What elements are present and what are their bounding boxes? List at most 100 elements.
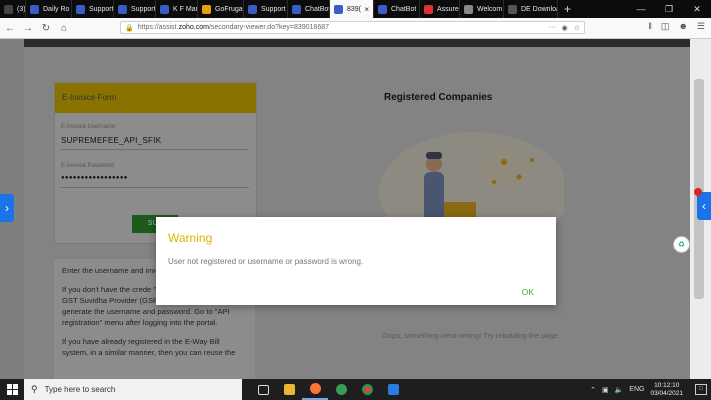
file-explorer-icon[interactable] [276,379,302,400]
tab-label: 839( [347,5,362,13]
password-field[interactable]: ●●●●●●●●●●●●●●●●● [61,175,128,181]
browser-tab[interactable]: K F Mar [156,0,198,18]
tab-label: GoFrugal [215,5,244,13]
bookmark-star-icon[interactable]: ☆ [574,24,580,32]
browser-tab[interactable]: Assure [420,0,460,18]
url-prefix: https://assist. [137,24,179,31]
tab-label: Welcom [477,5,503,13]
firefox-icon[interactable] [302,379,328,400]
tab-label: Support [131,5,156,13]
volume-icon[interactable]: 🔈 [615,386,624,394]
home-icon[interactable]: ⌂ [56,23,72,34]
tab-favicon-icon [202,4,211,14]
browser-tab[interactable]: Support [114,0,156,18]
shield-lock-icon: 🔒 [125,24,134,32]
address-bar[interactable]: 🔒 https://assist. zoho.com/secondary-view… [120,21,585,34]
url-domain: zoho.com [178,24,209,31]
taskbar-apps [250,379,406,400]
tab-favicon-icon [118,4,127,14]
browser-tab[interactable]: ChatBot [374,0,420,18]
page-content: E-Invoice Form E-Invoice Username SUPREM… [24,47,690,379]
tab-label: Daily Ro [43,5,70,13]
reload-icon[interactable]: ↻ [38,23,54,34]
tab-favicon-icon [424,4,433,14]
browser-tab[interactable]: DE Download [504,0,558,18]
pocket-icon[interactable]: ◉ [562,24,568,32]
floating-tool-icon[interactable]: ♻ [673,236,690,253]
tab-label: (3) - [17,5,26,13]
tab-favicon-icon [160,4,169,14]
warning-dialog: Warning User not registered or username … [156,217,556,305]
close-window-icon[interactable]: ✕ [683,4,711,15]
right-panel-toggle-icon[interactable]: ‹ [697,192,711,220]
left-panel-toggle-icon[interactable]: › [0,194,14,222]
network-icon[interactable]: ▣ [602,386,609,394]
new-tab-icon[interactable]: + [558,2,577,16]
browser-tab[interactable]: Daily Ro [26,0,72,18]
browser-tab[interactable]: ChatBot [288,0,330,18]
tab-favicon-icon [378,4,387,14]
tab-favicon-icon [30,4,39,14]
chevron-up-icon[interactable]: ⌃ [590,386,596,394]
page-actions-icon[interactable]: ··· [549,24,556,32]
tab-label: ChatBot [305,5,330,13]
username-underline [61,149,249,150]
tab-label: Assure [437,5,459,13]
username-field[interactable]: SUPREMEFEE_API_SFIK [61,136,161,145]
clock[interactable]: 10:12:10 03/04/2021 [650,382,683,398]
account-icon[interactable]: ☻ [678,21,687,32]
keyboard-language[interactable]: ENG [629,386,644,393]
tab-favicon-icon [4,4,13,14]
clock-date: 03/04/2021 [650,389,683,397]
sidebar-icon[interactable]: ◫ [661,21,670,32]
tab-label: Support [89,5,114,13]
browser-nav-bar: ← → ↻ ⌂ 🔒 https://assist. zoho.com/second… [0,18,711,39]
close-tab-icon[interactable]: × [361,5,369,14]
recording-indicator-icon [694,188,702,196]
tab-label: DE Download [521,5,557,13]
dialog-title: Warning [168,231,213,245]
restore-icon[interactable]: ❐ [655,4,683,15]
ok-button[interactable]: OK [522,287,534,297]
password-label: E-Invoice Password [61,163,115,169]
browser-tab[interactable]: Welcom [460,0,504,18]
back-icon[interactable]: ← [2,23,18,34]
taskbar-search-box[interactable]: ⚲ Type here to search [24,379,242,400]
clock-time: 10:12:10 [654,381,680,389]
browser-tab[interactable]: (3) - [0,0,26,18]
instructions-paragraph-3: If you have already registered in the E-… [62,337,236,357]
search-icon: ⚲ [31,384,38,394]
app-icon-blue[interactable] [380,379,406,400]
dialog-message: User not registered or username or passw… [168,257,364,266]
form-title: E-Invoice Form [55,83,256,113]
tab-label: ChatBot [391,5,417,13]
tab-favicon-icon [464,4,473,14]
browser-tab[interactable]: Support [244,0,288,18]
library-icon[interactable]: ‖ [648,21,652,32]
browser-tab[interactable]: GoFrugal [198,0,244,18]
start-button[interactable] [0,379,24,400]
browser-tab-bar: (3) - Daily Ro Support Support K F Mar GoFrug… [0,0,711,18]
search-placeholder: Type here to search [44,385,116,394]
error-message: Oops, something went wrong! Try reloadin… [382,331,561,340]
registered-companies-title: Registered Companies [384,92,493,103]
tab-favicon-icon [292,4,301,14]
tab-label: Support [261,5,286,13]
chrome-icon[interactable] [354,379,380,400]
system-tray: ⌃ ▣ 🔈 ENG 10:12:10 03/04/2021 [590,379,683,400]
username-label: E-Invoice Username [61,124,116,130]
forward-icon[interactable]: → [20,23,36,34]
notifications-icon[interactable]: □ [695,384,707,395]
browser-tab[interactable]: Support [72,0,114,18]
tab-favicon-icon [248,4,257,14]
tab-favicon-icon [334,4,343,14]
tab-favicon-icon [76,4,85,14]
window-controls: — ❐ ✕ [627,0,711,18]
page-viewport: E-Invoice Form E-Invoice Username SUPREM… [0,39,690,379]
minimize-icon[interactable]: — [627,4,655,14]
browser-tab[interactable]: 839(× [330,0,374,18]
task-view-icon[interactable] [250,379,276,400]
app-icon-green[interactable] [328,379,354,400]
tab-label: K F Mar [173,5,198,13]
menu-icon[interactable]: ☰ [697,21,705,32]
